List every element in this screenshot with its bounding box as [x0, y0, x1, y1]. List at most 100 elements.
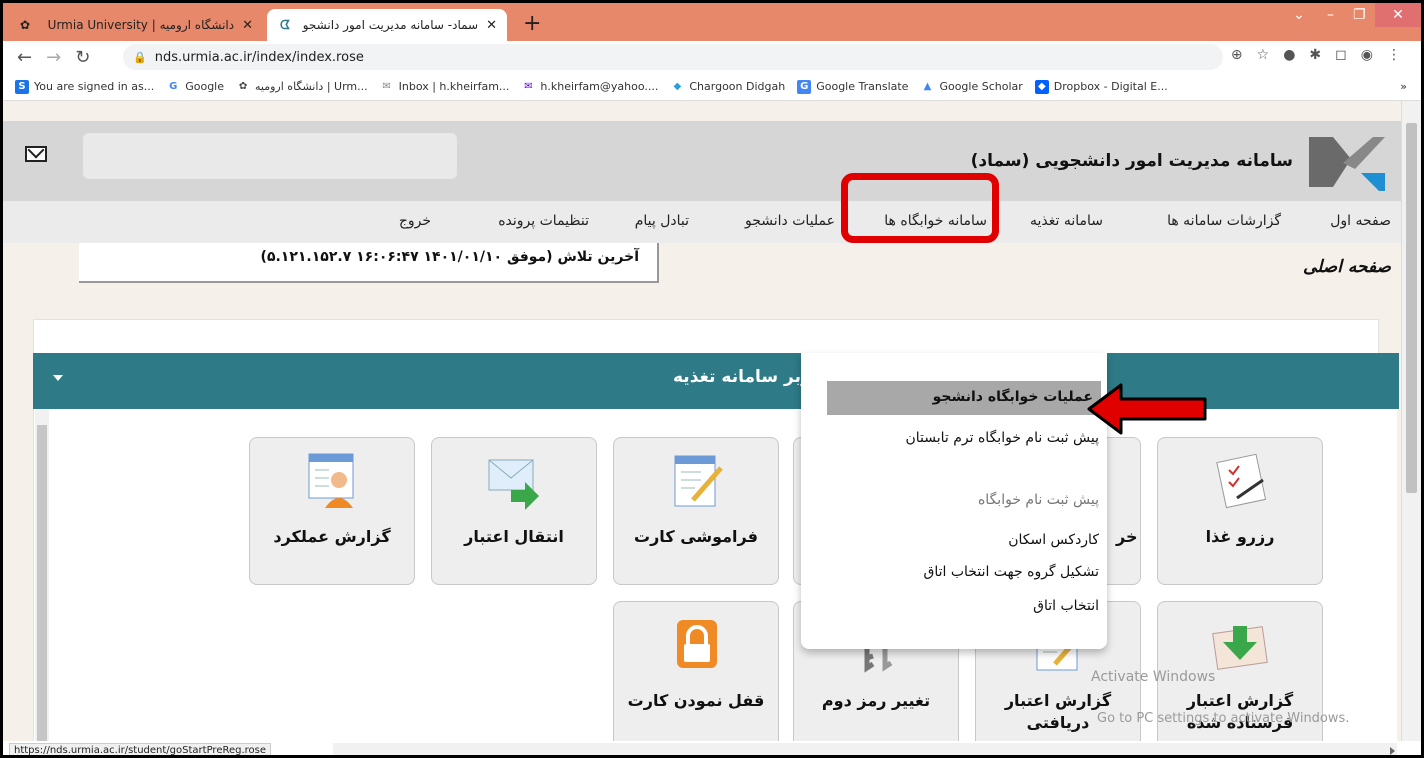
- close-icon[interactable]: ✕: [242, 18, 253, 33]
- back-icon[interactable]: ←: [17, 47, 32, 68]
- page-viewport: سامانه مدیریت امور دانشجویی (سماد) صفحه …: [3, 101, 1401, 741]
- samad-logo: [1309, 137, 1385, 191]
- bookmark-label: h.kheirfam@yahoo....: [540, 80, 659, 93]
- bookmark-label: Dropbox - Digital E...: [1053, 80, 1168, 93]
- bookmark-label: Inbox | h.kheirfam...: [398, 80, 510, 93]
- tile-label: گزارش عملکرد: [273, 527, 391, 546]
- mail-icon: ✉: [382, 81, 391, 92]
- more-bookmarks-icon[interactable]: »: [1400, 80, 1407, 93]
- checklist-pen-icon: [1216, 453, 1267, 509]
- tile-credit-transfer[interactable]: انتقال اعتبار: [431, 437, 597, 585]
- bookmark-icon: S: [15, 79, 29, 94]
- scroll-thumb[interactable]: [37, 425, 47, 741]
- bookmark-yahoo[interactable]: ✉ h.kheirfam@yahoo....: [521, 80, 658, 94]
- tile-lock-card[interactable]: قفل نمودن کارت: [613, 601, 779, 741]
- form-pen-icon: [674, 455, 723, 507]
- reload-icon[interactable]: ↻: [75, 47, 90, 68]
- red-arrow-icon: [1087, 383, 1207, 435]
- university-icon: ✿: [238, 81, 248, 92]
- url-text: nds.urmia.ac.ir/index/index.rose: [154, 49, 364, 65]
- dropdown-header: عملیات خوابگاه دانشجو: [827, 381, 1101, 415]
- bookmark-label: You are signed in as...: [34, 80, 155, 93]
- bookmark-urmia[interactable]: ✿ دانشگاه ارومیه | Urm...: [236, 80, 368, 94]
- caret-down-icon[interactable]: [53, 375, 63, 381]
- forward-icon[interactable]: →: [46, 47, 61, 68]
- activate-windows-subtitle: Go to PC settings to activate Windows.: [1097, 711, 1350, 726]
- inner-scrollbar[interactable]: [35, 409, 49, 741]
- last-login-info: آخرین تلاش (موفق ۱۴۰۱/۰۱/۱۰ ۱۶:۰۶:۴۷ ۵.۱…: [79, 243, 659, 283]
- menu-food-system[interactable]: سامانه تغذیه: [1030, 213, 1103, 229]
- bookmark-label: Chargoon Didgah: [689, 80, 786, 93]
- maximize-icon[interactable]: ❐: [1353, 7, 1366, 23]
- dormitory-dropdown-menu: عملیات خوابگاه دانشجو پیش ثبت نام خوابگا…: [801, 353, 1107, 649]
- chargoon-icon: ◆: [673, 81, 682, 92]
- lock-icon: [677, 620, 717, 668]
- tile-label: قفل نمودن کارت: [627, 691, 765, 710]
- tile-label: فراموشی کارت: [634, 527, 758, 546]
- status-bar-url: https://nds.urmia.ac.ir/student/goStartP…: [9, 743, 272, 755]
- tile-performance-report[interactable]: گزارش عملکرد: [249, 437, 415, 585]
- samad-icon: ᗧ: [280, 17, 290, 32]
- minimize-icon[interactable]: –: [1327, 7, 1334, 23]
- menu-home[interactable]: صفحه اول: [1330, 213, 1391, 229]
- tab-title: سماد- سامانه مدیریت امور دانشجو: [302, 18, 479, 32]
- close-window-icon[interactable]: ✕: [1375, 3, 1421, 27]
- scroll-thumb[interactable]: [1406, 123, 1417, 493]
- tile-food-reservation[interactable]: رزرو غذا: [1157, 437, 1323, 585]
- tab-samad[interactable]: ᗧ سماد- سامانه مدیریت امور دانشجو ✕: [267, 9, 507, 41]
- horizontal-scrollbar[interactable]: [333, 743, 1397, 755]
- tile-label: تغییر رمز دوم: [821, 691, 931, 710]
- yahoo-mail-icon: ✉: [524, 81, 533, 92]
- bookmark-chargoon[interactable]: ◆ Chargoon Didgah: [670, 80, 786, 94]
- scholar-icon: ▲: [923, 81, 932, 92]
- tile-label: انتقال اعتبار: [464, 527, 564, 546]
- bookmark-signed-in[interactable]: S You are signed in as...: [15, 79, 155, 94]
- translate-icon: G: [797, 79, 812, 94]
- tab-title: دانشگاه ارومیه | Urmia University: [47, 18, 235, 32]
- envelope-download-icon: [1212, 626, 1268, 670]
- tab-urmia-university[interactable]: ✿ دانشگاه ارومیه | Urmia University ✕: [7, 9, 263, 41]
- bookmark-scholar[interactable]: ▲ Google Scholar: [920, 80, 1023, 94]
- tile-forgot-card[interactable]: فراموشی کارت: [613, 437, 779, 585]
- browser-action-icons[interactable]: ⊕☆●✱◻◉⋮: [1231, 47, 1415, 63]
- main-menu: صفحه اول گزارشات سامانه ها سامانه تغذیه …: [3, 201, 1401, 243]
- university-icon: ✿: [19, 18, 31, 32]
- dropdown-item-summer-preregistration[interactable]: پیش ثبت نام خوابگاه ترم تابستان: [827, 427, 1099, 449]
- app-title: سامانه مدیریت امور دانشجویی (سماد): [970, 151, 1293, 171]
- google-icon: G: [169, 81, 178, 92]
- bookmark-label: Google: [185, 80, 225, 93]
- app-header: سامانه مدیریت امور دانشجویی (سماد): [3, 121, 1401, 201]
- menu-message-exchange[interactable]: تبادل پیام: [635, 213, 689, 229]
- close-icon[interactable]: ✕: [486, 18, 497, 33]
- bookmark-inbox[interactable]: ✉ Inbox | h.kheirfam...: [380, 80, 510, 94]
- menu-logout[interactable]: خروج: [399, 213, 431, 229]
- header-search-box[interactable]: [83, 133, 457, 179]
- dropdown-item-housing-cardex[interactable]: کاردکس اسکان: [827, 529, 1099, 551]
- chevron-down-icon[interactable]: ⌄: [1293, 7, 1305, 23]
- dropdown-item-dorm-preregistration[interactable]: پیش ثبت نام خوابگاه: [827, 489, 1099, 511]
- scroll-right-icon[interactable]: [1390, 747, 1395, 755]
- address-bar: ← → ↻ 🔒 nds.urmia.ac.ir/index/index.rose…: [3, 41, 1421, 73]
- mail-icon[interactable]: [25, 146, 47, 162]
- lock-icon: 🔒: [133, 50, 147, 64]
- tile-label: رزرو غذا: [1205, 527, 1275, 546]
- url-field[interactable]: 🔒 nds.urmia.ac.ir/index/index.rose: [123, 44, 1223, 70]
- new-tab-button[interactable]: +: [523, 11, 541, 36]
- dropdown-item-room-selection[interactable]: انتخاب اتاق: [827, 595, 1099, 617]
- bookmark-dropbox[interactable]: ◆ Dropbox - Digital E...: [1034, 79, 1168, 94]
- bookmark-translate[interactable]: G Google Translate: [797, 79, 908, 94]
- browser-window: ✿ دانشگاه ارومیه | Urmia University ✕ ᗧ …: [0, 0, 1424, 758]
- menu-system-reports[interactable]: گزارشات سامانه ها: [1167, 213, 1281, 229]
- bookmark-label: دانشگاه ارومیه | Urm...: [255, 80, 368, 93]
- bookmark-label: Google Scholar: [939, 80, 1023, 93]
- tab-bar: ✿ دانشگاه ارومیه | Urmia University ✕ ᗧ …: [3, 3, 1421, 41]
- page-scrollbar[interactable]: [1401, 101, 1421, 741]
- breadcrumb: صفحه اصلی: [1303, 257, 1391, 277]
- dropbox-icon: ◆: [1034, 79, 1049, 94]
- menu-profile-settings[interactable]: تنظیمات پرونده: [498, 213, 589, 229]
- bookmark-google[interactable]: G Google: [166, 80, 224, 94]
- activate-windows-title: Activate Windows: [1091, 669, 1216, 685]
- menu-student-operations[interactable]: عملیات دانشجو: [745, 213, 835, 229]
- dropdown-item-form-room-group[interactable]: تشکیل گروه جهت انتخاب اتاق: [827, 561, 1100, 583]
- highlight-box: [841, 173, 999, 243]
